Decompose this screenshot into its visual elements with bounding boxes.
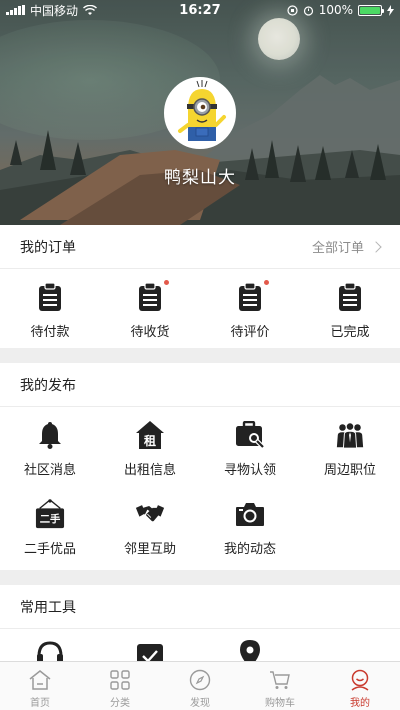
post-item-label: 出租信息 [123, 463, 176, 478]
chevron-right-icon [370, 240, 382, 253]
orders-header: 我的订单 全部订单 [0, 225, 400, 269]
tab-label: 我的 [350, 698, 370, 709]
tab-bar: 首页 分类 发现 购物车 我的 [0, 661, 400, 710]
community-messages-button[interactable]: 社区消息 [0, 407, 100, 486]
battery-percent: 100% [318, 3, 353, 17]
my-moments-button[interactable]: 我的动态 [200, 486, 300, 565]
posts-row-2: 二手 二手优品 邻里互助 我的动态 [0, 486, 400, 565]
posts-header: 我的发布 [0, 363, 400, 407]
tab-mine[interactable]: 我的 [320, 662, 400, 710]
tab-label: 发现 [190, 698, 210, 709]
avatar[interactable] [164, 77, 236, 149]
tools-title: 常用工具 [20, 599, 76, 616]
location-pin-icon [235, 639, 265, 661]
post-item-label: 我的动态 [223, 542, 276, 557]
signal-icon [6, 5, 25, 15]
username[interactable]: 鸭梨山大 [0, 163, 400, 188]
notification-dot [164, 280, 169, 285]
order-item-label: 已完成 [330, 325, 370, 340]
clipboard-icon [135, 280, 169, 312]
order-pending-receipt[interactable]: 待收货 [100, 269, 200, 348]
tools-header: 常用工具 [0, 585, 400, 629]
people-icon [335, 420, 365, 450]
order-pending-review[interactable]: 待评价 [200, 269, 300, 348]
orders-title: 我的订单 [20, 239, 76, 256]
posts-title: 我的发布 [20, 377, 76, 394]
tab-home[interactable]: 首页 [0, 662, 80, 710]
tools-row [0, 629, 400, 661]
post-item-label: 邻里互助 [123, 542, 176, 557]
handshake-icon [135, 499, 165, 529]
bell-icon [35, 420, 65, 450]
post-item-label: 二手优品 [23, 542, 76, 557]
grid-icon [108, 668, 132, 692]
cart-icon [268, 668, 292, 692]
notification-dot [264, 280, 269, 285]
headset-icon [35, 639, 65, 661]
briefcase-search-icon [235, 420, 265, 450]
all-orders-link[interactable]: 全部订单 [311, 237, 382, 256]
clipboard-icon [335, 282, 365, 312]
house-rent-icon: 租 [135, 420, 165, 450]
tool-location[interactable] [200, 629, 300, 661]
orders-row: 待付款 待收货 待评价 已完成 [0, 269, 400, 348]
tools-section: 常用工具 [0, 585, 400, 661]
post-item-label: 社区消息 [23, 463, 76, 478]
post-item-label: 周边职位 [323, 463, 376, 478]
posts-section: 我的发布 社区消息 租 出租信息 寻物认领 周边职位 二手 二手优品 邻里互助 … [0, 363, 400, 570]
rent-icon-text: 租 [144, 434, 156, 448]
tab-discover[interactable]: 发现 [160, 662, 240, 710]
post-item-label: 寻物认领 [223, 463, 276, 478]
battery-icon [358, 4, 384, 16]
order-pending-payment[interactable]: 待付款 [0, 269, 100, 348]
posts-row-1: 社区消息 租 出租信息 寻物认领 周边职位 [0, 407, 400, 486]
neighbor-help-button[interactable]: 邻里互助 [100, 486, 200, 565]
home-icon [28, 668, 52, 692]
orders-section: 我的订单 全部订单 待付款 待收货 待评价 已完成 [0, 225, 400, 348]
alarm-icon [303, 5, 313, 16]
status-bar: 中国移动 16:27 100% [0, 0, 400, 20]
tool-check[interactable] [100, 629, 200, 661]
clipboard-icon [35, 282, 65, 312]
order-completed[interactable]: 已完成 [300, 269, 400, 348]
second-hand-icon-text: 二手 [40, 512, 61, 525]
clock: 16:27 [179, 2, 221, 18]
tab-label: 分类 [110, 698, 130, 709]
tab-label: 首页 [30, 698, 50, 709]
check-box-icon [135, 639, 165, 661]
wifi-icon [83, 4, 97, 15]
carrier-label: 中国移动 [30, 3, 79, 18]
order-item-label: 待收货 [130, 325, 170, 340]
second-hand-sign-icon: 二手 [35, 499, 65, 529]
tab-label: 购物车 [265, 698, 295, 709]
second-hand-button[interactable]: 二手 二手优品 [0, 486, 100, 565]
tab-category[interactable]: 分类 [80, 662, 160, 710]
compass-icon [188, 668, 212, 692]
orientation-lock-icon [287, 4, 298, 16]
all-orders-label: 全部订单 [311, 241, 364, 256]
clipboard-icon [235, 280, 269, 312]
profile-icon [348, 668, 372, 692]
order-item-label: 待付款 [30, 325, 70, 340]
tab-cart[interactable]: 购物车 [240, 662, 320, 710]
charging-icon [387, 4, 394, 16]
nearby-jobs-button[interactable]: 周边职位 [300, 407, 400, 486]
rental-info-button[interactable]: 租 出租信息 [100, 407, 200, 486]
camera-icon [235, 499, 265, 529]
tool-customer-service[interactable] [0, 629, 100, 661]
order-item-label: 待评价 [230, 325, 270, 340]
lost-and-found-button[interactable]: 寻物认领 [200, 407, 300, 486]
